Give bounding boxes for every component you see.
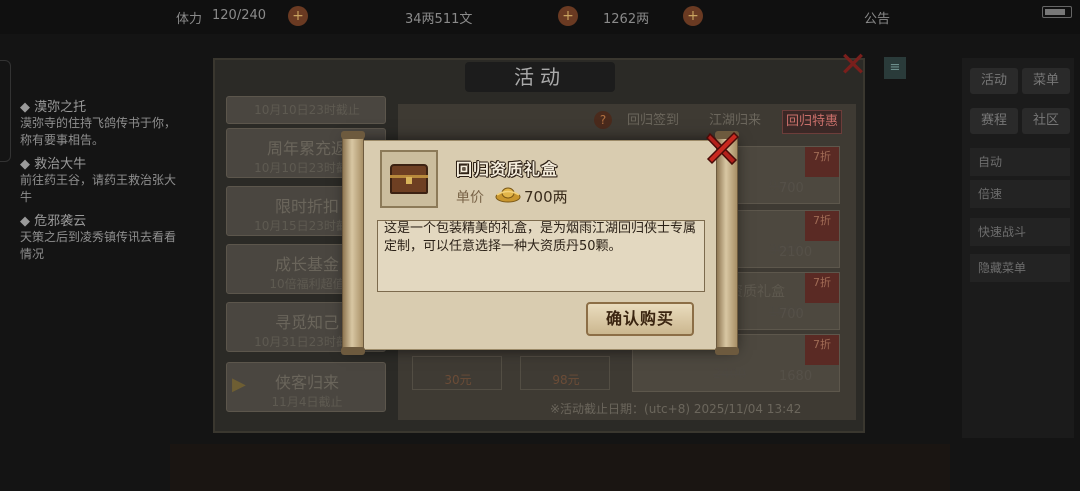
add-silver-icon[interactable]: +: [558, 6, 578, 26]
bottom-toolbar: [170, 444, 950, 491]
activity-deadline: ※活动截止日期：(utc+8) 2025/11/04 13:42: [550, 402, 802, 416]
price-label: 单价: [456, 190, 484, 206]
dialog-close-icon[interactable]: [704, 130, 740, 166]
discount-badge: 7折: [805, 273, 839, 303]
tab-return-deals[interactable]: 回归特惠: [782, 110, 843, 134]
activity-title: 活动: [465, 62, 615, 92]
activity-menu-icon[interactable]: ≡: [884, 57, 906, 79]
quest-desc: 天策之后到凌秀镇传讯去看看情况: [20, 230, 177, 261]
menu-community-button[interactable]: 社区: [1022, 108, 1070, 134]
silver-value: 34两511文: [405, 12, 473, 27]
menu-activity-button[interactable]: 活动: [970, 68, 1018, 94]
offer-price: 700: [779, 181, 804, 196]
tab-return-signin[interactable]: 回归签到: [624, 110, 682, 132]
activity-close-icon[interactable]: ✕: [836, 48, 870, 82]
offer-old-price: 2400: [713, 367, 747, 382]
battery-icon: [1042, 6, 1072, 18]
right-menu-panel: 活动 菜单 赛程 社区: [962, 58, 1074, 438]
gift-card-price: 30元: [444, 373, 472, 387]
offer-price: 2100: [779, 245, 813, 260]
add-gold-icon[interactable]: +: [683, 6, 703, 26]
scroll-roller-left: [341, 131, 365, 355]
stamina-value: 120/240: [212, 8, 267, 23]
gold-value: 1262两: [603, 12, 650, 27]
quest-desc: 漠弥寺的住持飞鸽传书于你，称有要事相告。: [20, 116, 177, 147]
speed-toggle[interactable]: 倍速: [970, 180, 1070, 208]
auto-toggle[interactable]: 自动: [970, 148, 1070, 176]
discount-badge: 7折: [805, 335, 839, 365]
quest-tracker[interactable]: ◆ 漠弥之托 漠弥寺的住持飞鸽传书于你，称有要事相告。 ◆ 救治大牛 前往药王谷…: [20, 92, 180, 263]
gift-card-price: 98元: [552, 373, 580, 387]
activity-list-date: 11月4日截止: [271, 395, 343, 409]
notice-button[interactable]: 公告: [864, 8, 890, 27]
selected-arrow-icon: ▶: [232, 374, 246, 395]
activity-list-date: 10月10日23时截止: [254, 103, 360, 117]
discount-badge: 7折: [805, 211, 839, 241]
side-collapse-tab[interactable]: [0, 60, 11, 162]
stamina-label: 体力: [176, 12, 203, 27]
quest-title: ◆ 救治大牛: [20, 157, 87, 172]
gift-card[interactable]: 98元: [520, 356, 610, 390]
activity-list-title: 侠客归来: [274, 373, 339, 392]
discount-badge: 7折: [805, 147, 839, 177]
item-name: 回归资质礼盒: [456, 160, 559, 179]
activity-list-item[interactable]: 10月10日23时截止: [226, 96, 386, 124]
treasure-chest-icon: [390, 164, 428, 194]
offer-price: 1680: [779, 369, 813, 384]
quest-desc: 前往药王谷，请药王救治张大牛: [20, 173, 177, 204]
quick-battle-button[interactable]: 快速战斗: [970, 218, 1070, 246]
activity-list-item-selected[interactable]: 侠客归来 11月4日截止: [226, 362, 386, 412]
confirm-purchase-button[interactable]: 确认购买: [586, 302, 694, 336]
gold-ingot-icon: [495, 187, 521, 203]
quest-title: ◆ 漠弥之托: [20, 100, 87, 115]
item-icon-frame: [380, 150, 438, 208]
gift-card[interactable]: 30元: [412, 356, 502, 390]
menu-schedule-button[interactable]: 赛程: [970, 108, 1018, 134]
item-description: 这是一个包装精美的礼盒，是为烟雨江湖回归侠士专属定制，可以任意选择一种大资质丹5…: [384, 221, 697, 254]
add-stamina-icon[interactable]: +: [288, 6, 308, 26]
top-status-bar: 体力 120/240 + 34两511文 + 1262两 + 公告: [0, 0, 1080, 34]
hide-menu-button[interactable]: 隐藏菜单: [970, 254, 1070, 282]
offer-price: 700: [779, 307, 804, 322]
tab-jianghu-return[interactable]: 江湖归来: [706, 110, 764, 132]
item-price: 700两: [524, 188, 568, 206]
menu-main-button[interactable]: 菜单: [1022, 68, 1070, 94]
quest-title: ◆ 危邪袭云: [20, 214, 87, 229]
